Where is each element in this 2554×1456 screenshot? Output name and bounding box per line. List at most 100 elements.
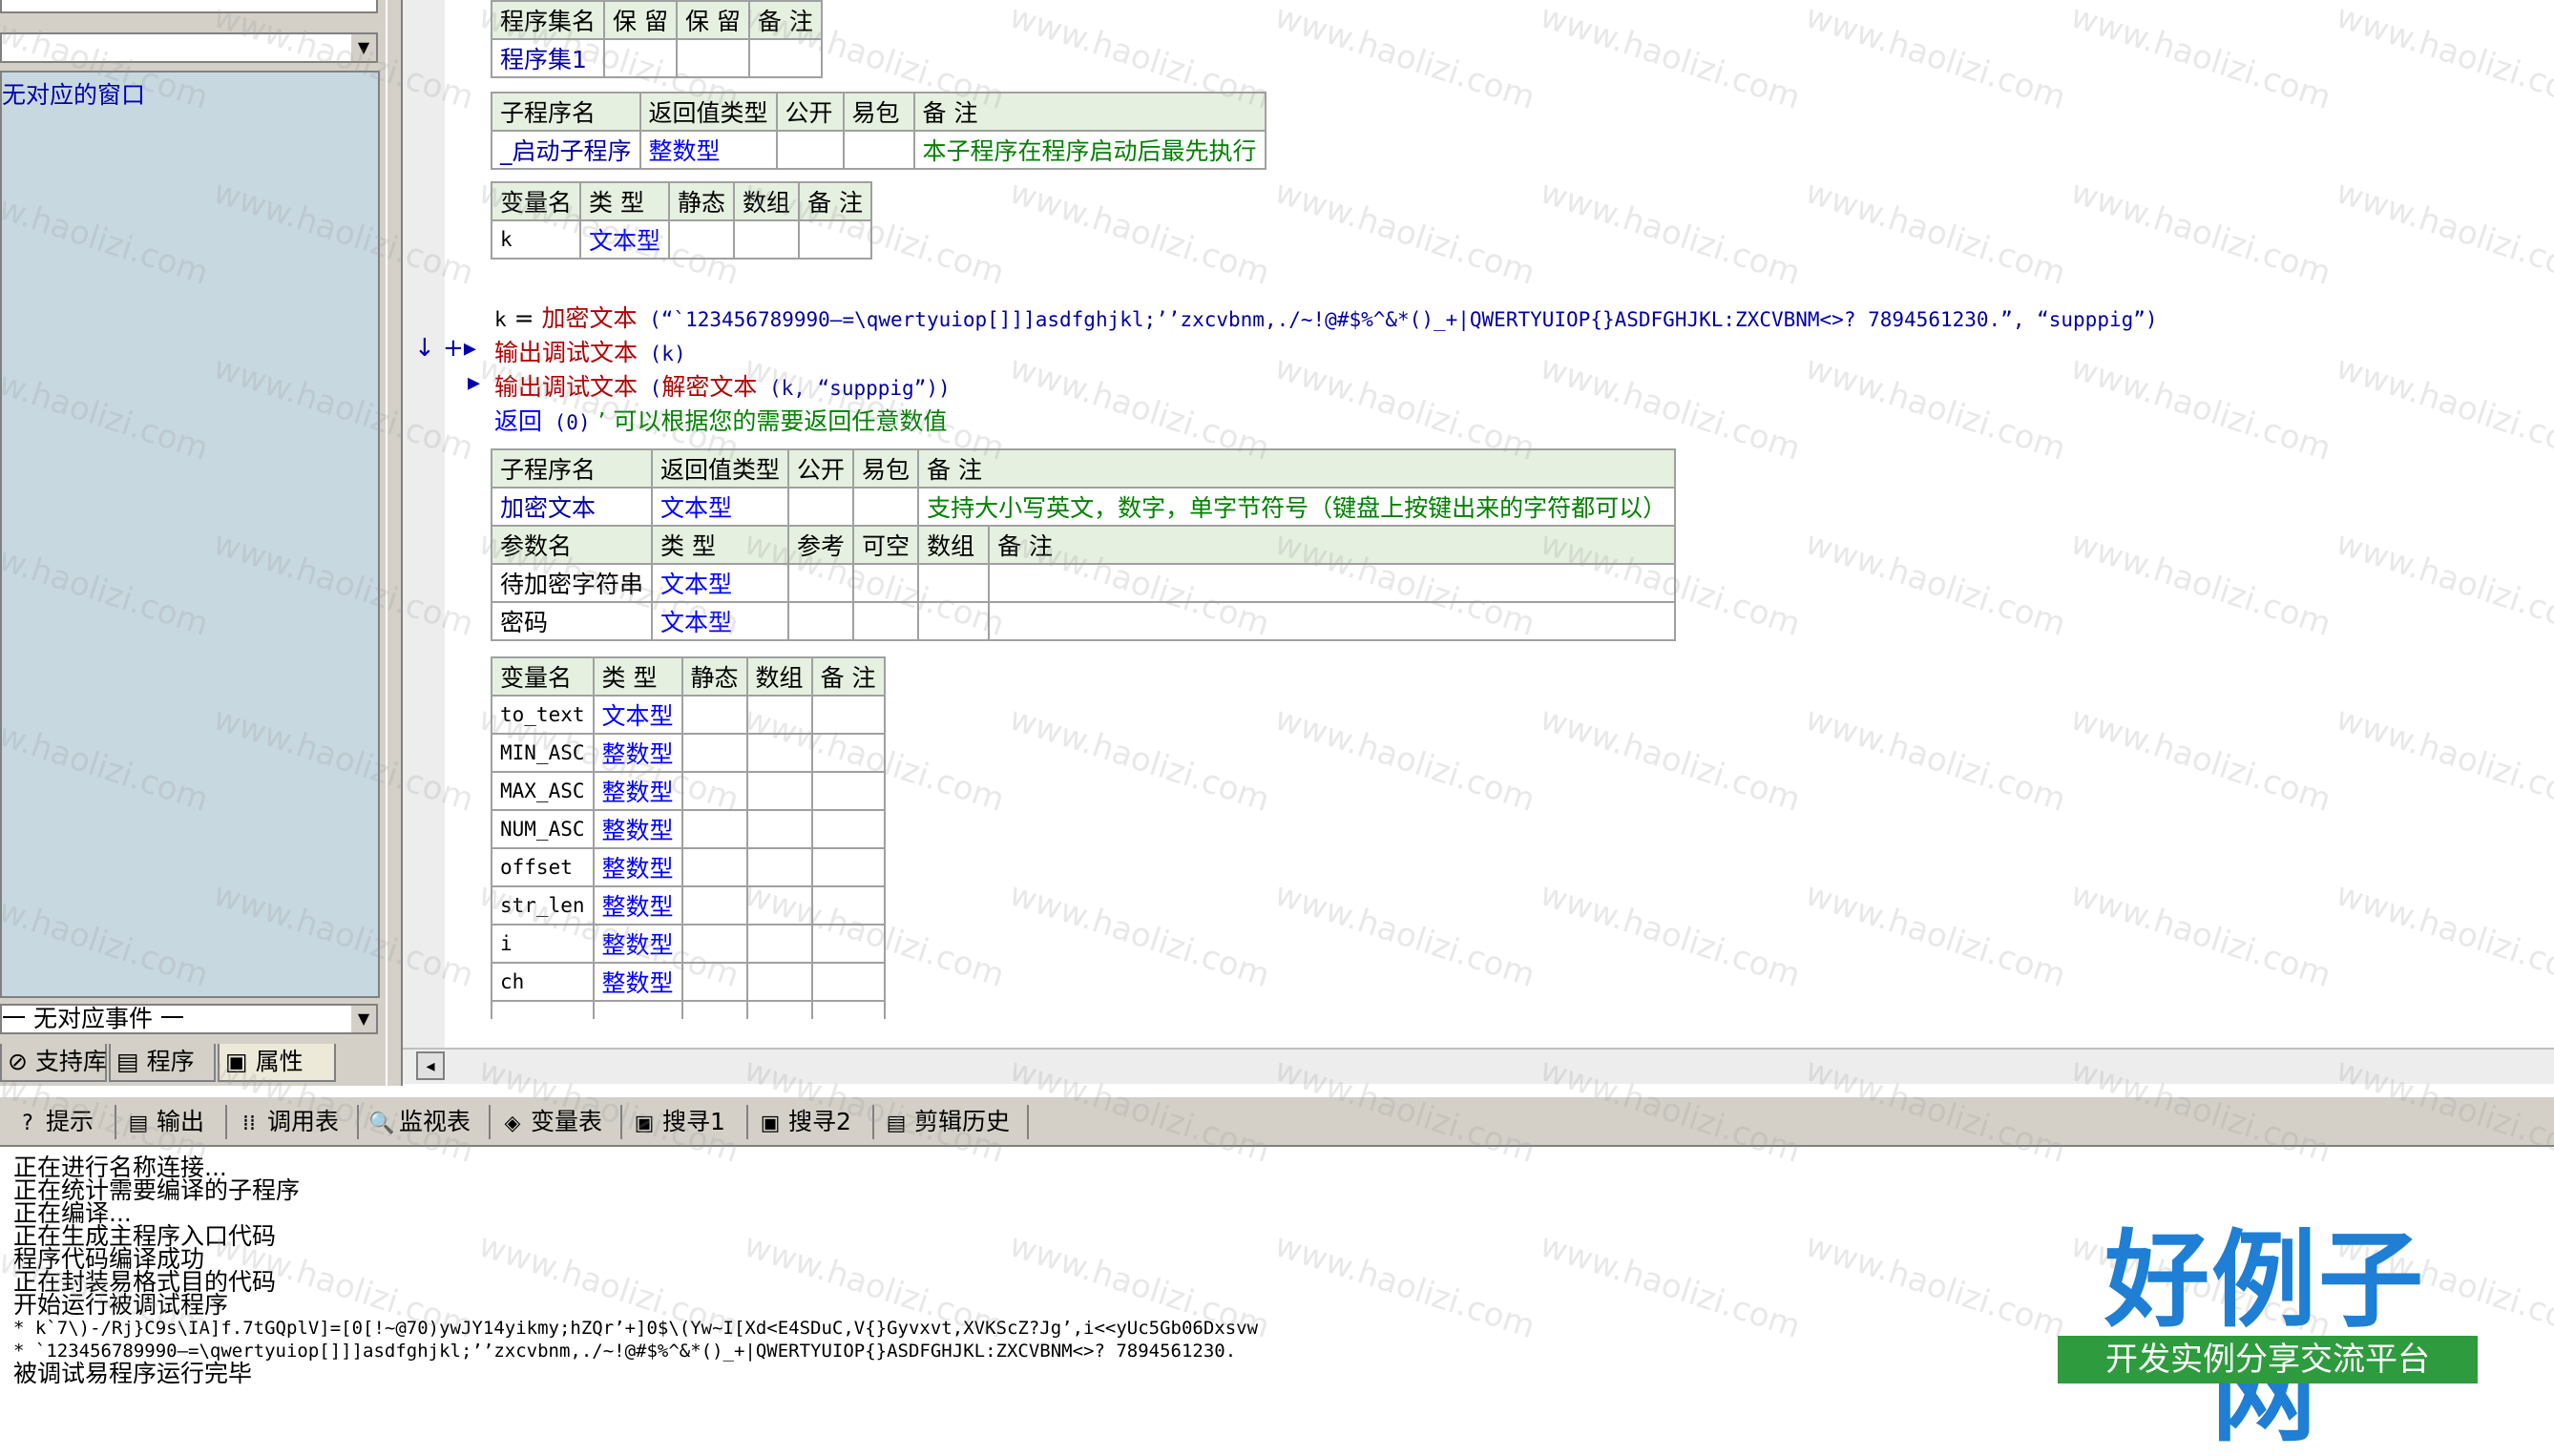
table-row[interactable]: i 整数型 (491, 924, 886, 964)
step-arrow-icon[interactable]: ▸ (468, 368, 480, 397)
param-name[interactable]: 待加密字符串 (490, 563, 654, 603)
cell[interactable] (787, 563, 855, 603)
table-row[interactable]: offset 整数型 (491, 847, 886, 887)
table-row[interactable] (491, 1000, 886, 1019)
cell[interactable] (787, 601, 855, 641)
cell[interactable] (680, 924, 748, 964)
var-name[interactable]: i (491, 924, 595, 964)
cell[interactable] (680, 809, 748, 849)
tab-properties[interactable]: ▣ 属性 (218, 1044, 336, 1082)
var-name[interactable]: offset (491, 847, 595, 887)
cell[interactable] (745, 924, 813, 964)
var-name[interactable]: k (490, 219, 582, 260)
cell[interactable] (603, 38, 678, 78)
tab-program[interactable]: ▤ 程序 (109, 1044, 216, 1082)
param-name[interactable]: 密码 (490, 601, 654, 641)
var-type[interactable]: 整数型 (592, 809, 683, 849)
cell[interactable] (680, 771, 748, 811)
var-type[interactable]: 整数型 (592, 962, 683, 1002)
cell[interactable] (852, 601, 920, 641)
cell[interactable] (810, 1000, 886, 1019)
cell[interactable] (852, 563, 920, 603)
cell[interactable] (988, 601, 1677, 641)
table-row[interactable]: to_text 文本型 (491, 695, 886, 735)
cell[interactable] (810, 962, 886, 1002)
table-row[interactable]: MIN_ASC 整数型 (491, 733, 886, 773)
cell[interactable] (745, 1000, 813, 1019)
cell[interactable] (810, 885, 886, 926)
sub-comment[interactable]: 支持大小写英文，数字，单字节符号（键盘上按键出来的字符都可以） (917, 487, 1677, 527)
table-row[interactable]: ch 整数型 (491, 962, 886, 1002)
var-type[interactable]: 整数型 (592, 771, 683, 811)
cell[interactable] (745, 885, 813, 926)
return-type[interactable]: 整数型 (638, 130, 778, 170)
cell[interactable] (988, 563, 1677, 603)
cell[interactable] (810, 771, 886, 811)
panel-splitter[interactable] (386, 0, 403, 1086)
cell[interactable] (775, 130, 845, 170)
code-line-3[interactable]: 输出调试文本 (解密文本 (k, “supppig”)) (494, 368, 951, 403)
cell[interactable] (745, 695, 813, 735)
cell[interactable] (798, 219, 873, 260)
var-name[interactable]: MAX_ASC (491, 771, 595, 811)
param-type[interactable]: 文本型 (651, 601, 790, 641)
cell[interactable] (491, 1000, 595, 1019)
var-type[interactable]: 整数型 (592, 847, 683, 887)
cell[interactable] (680, 847, 748, 887)
cell[interactable] (680, 733, 748, 773)
var-type[interactable]: 文本型 (592, 695, 683, 735)
cell[interactable] (810, 695, 886, 735)
tab-output[interactable]: ▤ 输出 (126, 1105, 204, 1139)
cell[interactable] (810, 924, 886, 964)
param-type[interactable]: 文本型 (651, 563, 790, 603)
cell[interactable] (810, 733, 886, 773)
scroll-left-icon[interactable]: ◂ (416, 1051, 445, 1080)
var-name[interactable]: to_text (491, 695, 595, 735)
chevron-down-icon[interactable]: ▼ (349, 34, 376, 61)
sub-comment[interactable]: 本子程序在程序启动后最先执行 (912, 130, 1267, 170)
chevron-down-icon[interactable]: ▼ (349, 1006, 376, 1032)
cell[interactable] (745, 809, 813, 849)
var-type[interactable]: 整数型 (592, 733, 683, 773)
window-list[interactable]: 无对应的窗口 (0, 71, 380, 998)
cell[interactable] (917, 601, 991, 641)
cell[interactable] (745, 847, 813, 887)
var-type[interactable]: 文本型 (579, 219, 671, 260)
cell[interactable] (917, 563, 991, 603)
cell[interactable] (810, 847, 886, 887)
tab-call-table[interactable]: ⁞⁞ 调用表 (237, 1105, 339, 1139)
return-type[interactable]: 文本型 (651, 487, 790, 527)
breakpoint-arrow-icon[interactable]: ↓ +▸ (414, 334, 476, 363)
cell[interactable] (680, 695, 748, 735)
cell[interactable] (747, 38, 823, 78)
cell[interactable] (745, 771, 813, 811)
code-line-4[interactable]: 返回 (0) ’ 可以根据您的需要返回任意数值 (494, 403, 947, 437)
cell[interactable] (680, 962, 748, 1002)
tab-hint[interactable]: ? 提示 (15, 1105, 94, 1139)
tab-search2[interactable]: ▣ 搜寻2 (758, 1105, 851, 1139)
horizontal-scrollbar[interactable]: ◂ (403, 1048, 2554, 1084)
cell[interactable] (680, 1000, 748, 1019)
cell[interactable] (745, 962, 813, 1002)
var-name[interactable]: ch (491, 962, 595, 1002)
cell[interactable] (680, 885, 748, 926)
code-line-2[interactable]: 输出调试文本 (k) (494, 334, 686, 368)
cell[interactable] (592, 1000, 683, 1019)
tab-variables[interactable]: ◈ 变量表 (500, 1105, 602, 1139)
table-row[interactable]: NUM_ASC 整数型 (491, 809, 886, 849)
table-row[interactable]: MAX_ASC 整数型 (491, 771, 886, 811)
tab-watch[interactable]: 🔍 监视表 (368, 1105, 471, 1139)
table-row[interactable]: str_len 整数型 (491, 885, 886, 926)
var-name[interactable]: NUM_ASC (491, 809, 595, 849)
code-line-1[interactable]: k = 加密文本 (“`123456789990–=\qwertyuiop[]]… (494, 300, 2158, 334)
tab-clip-history[interactable]: ▤ 剪辑历史 (884, 1105, 1010, 1139)
sub-name[interactable]: 加密文本 (490, 487, 654, 527)
cell[interactable] (675, 38, 750, 78)
cell[interactable] (787, 487, 855, 527)
cell[interactable] (810, 809, 886, 849)
window-combo[interactable]: ▼ (0, 32, 378, 63)
sub-name[interactable]: _启动子程序 (491, 130, 641, 170)
event-combo[interactable]: 一 无对应事件 一 ▼ (0, 1004, 378, 1034)
var-type[interactable]: 整数型 (592, 924, 683, 964)
var-name[interactable]: MIN_ASC (491, 733, 595, 773)
